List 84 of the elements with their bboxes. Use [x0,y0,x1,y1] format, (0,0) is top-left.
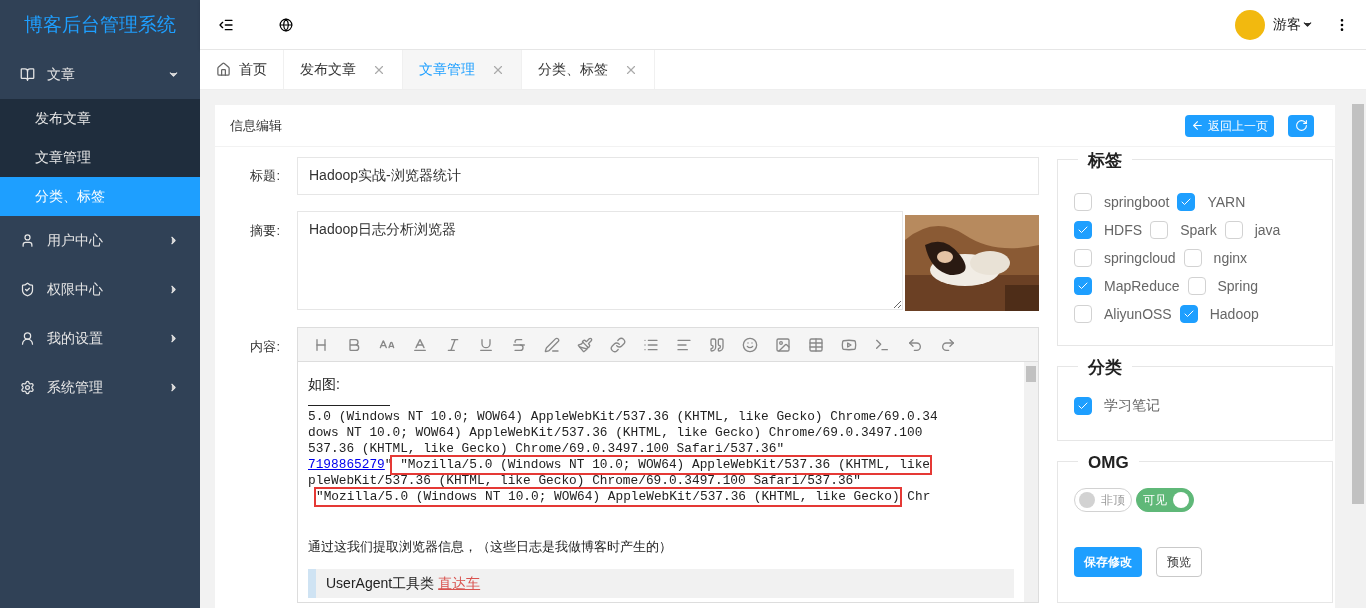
link-icon[interactable] [610,336,626,353]
checkbox[interactable] [1074,396,1092,415]
checkbox-label: MapReduce [1104,276,1180,296]
form-label: 内容: [249,338,281,356]
menu-item[interactable]: 系统管理 [0,363,200,412]
image-icon[interactable] [775,336,791,353]
code-text: Chr [906,489,931,505]
menu-item[interactable]: 我的设置 [0,314,200,363]
emoji-icon[interactable] [742,336,758,353]
checkbox-label: springcloud [1104,248,1176,268]
avatar[interactable] [1235,9,1265,40]
checkbox[interactable] [1150,221,1169,239]
book-icon [20,67,35,82]
refresh-button[interactable] [1288,114,1314,137]
code-text: 537.36 (KHTML, like Gecko) Chrome/69.0.3497.100 Safari/537.36" [308,441,785,457]
home-icon [216,62,231,77]
checkbox[interactable] [1074,277,1092,295]
menu-item[interactable]: 文章 [0,50,200,99]
highlight-box: "Mozilla/5.0 (Windows NT 10.0; WOW64) AppleWebKit/537.36 (KHTML, like [392,457,931,473]
bold-icon[interactable] [346,336,362,353]
arrow-left-icon [1191,119,1204,132]
shield-icon [20,282,35,297]
checkbox[interactable] [1224,221,1243,239]
title-input[interactable]: Hadoop实战-浏览器统计 [297,157,1039,195]
summary-textarea[interactable]: Hadoop日志分析浏览器 [297,211,903,310]
checkbox-label: springboot [1104,192,1170,212]
form-label: 摘要: [249,222,281,240]
font-icon[interactable] [412,336,428,353]
menu-item[interactable]: 用户中心 [0,216,200,265]
submenu-item[interactable]: 发布文章 [0,99,200,138]
preview-button[interactable]: 预览 [1156,547,1202,577]
heading-icon[interactable] [313,336,329,353]
code-text: dows NT 10.0; WOW64) AppleWebKit/537.36 (KHTML, like Gecko) Chrome/69.0.3497.100 [308,425,923,441]
checkbox-label: Spark [1180,220,1217,240]
checkbox-label: YARN [1207,192,1246,212]
checkbox[interactable] [1074,193,1092,211]
form-label: 标题: [249,167,281,186]
table-icon[interactable] [808,336,824,353]
quote-link[interactable]: 直达车 [438,572,481,594]
checkbox[interactable] [1187,277,1206,295]
check-icon [1182,308,1195,320]
strikethrough-icon[interactable] [511,336,527,353]
user-menu[interactable]: 游客 [1273,14,1314,35]
checkbox-label: Spring [1217,276,1258,296]
user-icon [20,233,35,248]
checkbox-label: Hadoop [1209,304,1259,324]
checkbox[interactable] [1183,249,1202,267]
underline-icon[interactable] [478,336,494,353]
person-icon [20,331,35,346]
highlight-box: "Mozilla/5.0 (Windows NT 10.0; WOW64) AppleWebKit/537.36 (KHTML, like Gecko) [316,489,900,505]
globe-icon[interactable] [279,17,293,32]
checkbox-label: AliyunOSS [1104,304,1172,324]
quote-icon[interactable] [709,336,725,353]
card-title: 信息编辑 [230,116,283,135]
checkbox[interactable] [1177,193,1196,211]
checkbox-label: nginx [1213,248,1248,268]
code-link[interactable]: 7198865279 [308,457,385,473]
menu-item[interactable]: 权限中心 [0,265,200,314]
checkbox[interactable] [1074,249,1092,267]
checkbox-label: java [1254,220,1281,240]
checkbox[interactable] [1179,305,1198,323]
tab[interactable]: 首页 [200,50,284,89]
undo-icon[interactable] [907,336,923,353]
check-icon [1180,196,1193,208]
code-text: 5.0 (Windows NT 10.0; WOW64) AppleWebKit/537.36 (KHTML, like Gecko) Chrome/69.0.34 [308,409,938,425]
brush-icon[interactable] [577,336,593,353]
editor-text: 如图: [308,375,341,394]
code-text: pleWebKit/537.36 (KHTML, like Gecko) Chrome/69.0.3497.100 Safari/537.36" [308,473,861,489]
checkbox[interactable] [1074,305,1092,323]
checkbox-label: 学习笔记 [1104,396,1160,415]
tab[interactable]: 分类、标签 [522,50,655,89]
checkbox-label: HDFS [1104,220,1143,240]
italic-icon[interactable] [445,336,461,353]
check-icon [1077,224,1089,236]
check-icon [1077,280,1089,292]
submenu-item[interactable]: 文章管理 [0,138,200,177]
checkbox[interactable] [1074,221,1092,239]
app-logo: 博客后台管理系统 [24,12,176,37]
refresh-icon [1294,119,1308,132]
redo-icon[interactable] [940,336,956,353]
pen-icon[interactable] [544,336,560,353]
editor-paragraph: 通过这我们提取浏览器信息，（这些日志是我做博客时产生的） [308,538,673,556]
quote-text: UserAgent工具类 [326,573,435,593]
settings-icon [20,380,35,395]
